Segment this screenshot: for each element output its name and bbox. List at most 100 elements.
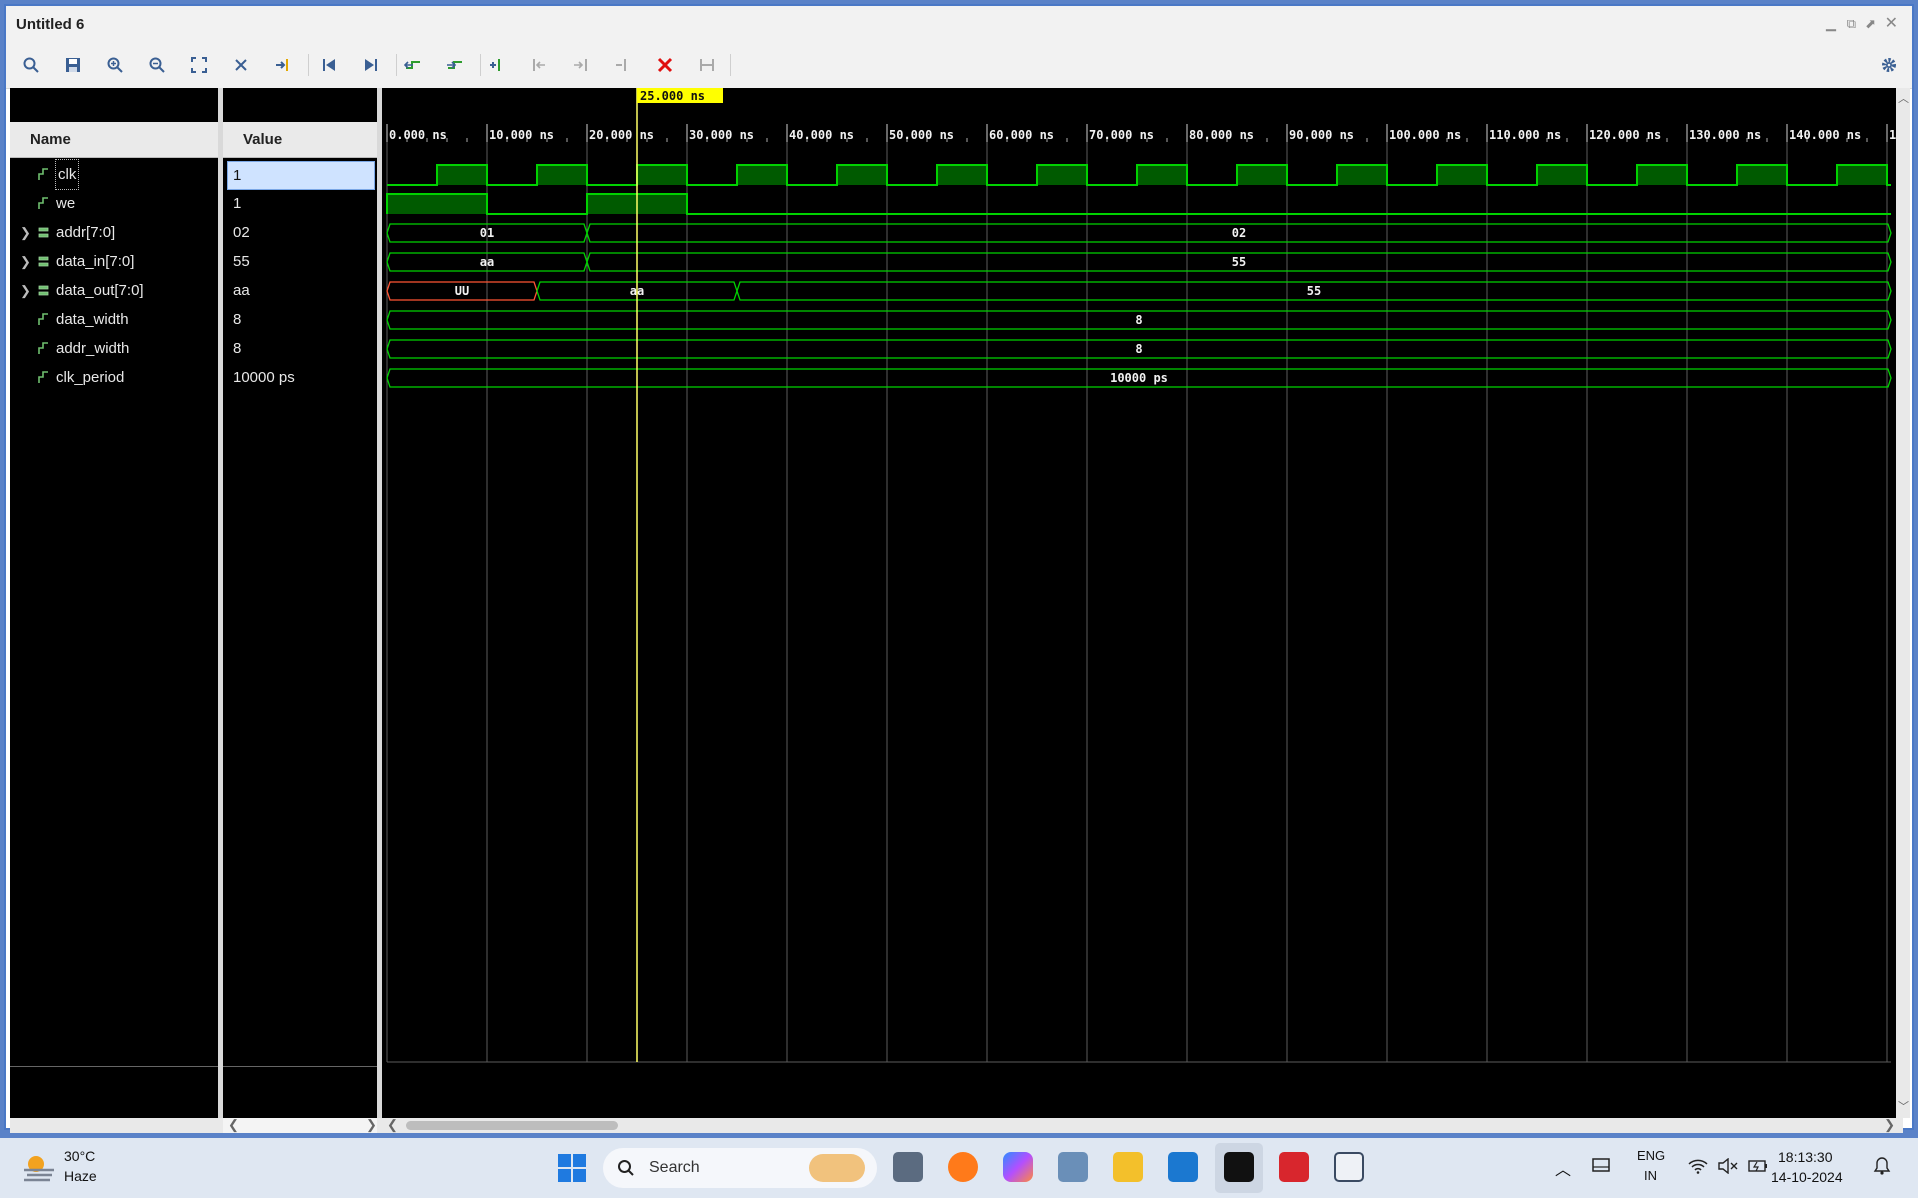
restore-icon[interactable]: ⧉ bbox=[1847, 16, 1856, 32]
ruler-tick-label: 40.000 ns bbox=[789, 128, 854, 142]
name-column-header[interactable]: Name bbox=[10, 122, 218, 158]
signal-value: 1 bbox=[233, 195, 242, 212]
expand-chevron-icon[interactable]: ❯ bbox=[20, 247, 31, 276]
weather-haze-icon[interactable] bbox=[22, 1152, 56, 1182]
data_out-value-label: UU bbox=[455, 284, 469, 298]
save-icon[interactable] bbox=[60, 52, 86, 78]
clk-high-fill bbox=[1337, 165, 1387, 185]
file-explorer-icon[interactable] bbox=[1113, 1152, 1143, 1182]
signal-value-cell[interactable]: 8 bbox=[223, 334, 377, 363]
signal-value-cell[interactable]: 1 bbox=[227, 161, 375, 190]
signal-value-cell[interactable]: 55 bbox=[223, 247, 377, 276]
signal-value-cell[interactable]: 8 bbox=[223, 305, 377, 334]
scroll-down-icon[interactable]: ﹀ bbox=[1898, 1098, 1909, 1114]
clk-high-fill bbox=[1437, 165, 1487, 185]
display-icon[interactable] bbox=[1592, 1158, 1610, 1174]
signal-row[interactable]: we bbox=[10, 189, 218, 218]
waveform-viewer[interactable]: 0.000 ns 10.000 ns 20.000 ns 30.000 ns 40.00… bbox=[382, 88, 1903, 1120]
signal-value-panel: Value 1 1 02 55 aa 8 8 10000 ps bbox=[223, 88, 377, 1133]
copilot-icon[interactable] bbox=[1003, 1152, 1033, 1182]
show-hidden-icons-icon[interactable]: ︿ bbox=[1555, 1156, 1571, 1180]
expand-chevron-icon[interactable]: ❯ bbox=[20, 276, 31, 305]
horizontal-scrollbar[interactable]: ❮ ❯ ❮ ❯ bbox=[10, 1117, 1903, 1133]
wave-scroll-thumb[interactable] bbox=[406, 1121, 618, 1130]
search-highlight-icon bbox=[809, 1154, 865, 1182]
ruler-tick-label: 0.000 ns bbox=[389, 128, 447, 142]
clock-time[interactable]: 18:13:30 bbox=[1778, 1149, 1833, 1165]
expand-chevron-icon[interactable]: ❯ bbox=[20, 218, 31, 247]
signal-value-cell[interactable]: 02 bbox=[223, 218, 377, 247]
signal-row[interactable]: clk_period bbox=[10, 363, 218, 392]
settings-icon[interactable] bbox=[1876, 52, 1902, 78]
zoom-fit-icon[interactable] bbox=[186, 52, 212, 78]
wave-scroll-right-icon[interactable]: ❯ bbox=[1884, 1117, 1895, 1133]
signal-value-cell[interactable]: 10000 ps bbox=[223, 363, 377, 392]
maximize-icon[interactable]: ⬈ bbox=[1865, 16, 1876, 32]
scroll-up-icon[interactable]: ︿ bbox=[1898, 90, 1909, 106]
next-marker-icon[interactable] bbox=[568, 52, 594, 78]
snap-icon[interactable] bbox=[694, 52, 720, 78]
zoom-out-icon[interactable] bbox=[144, 52, 170, 78]
signal-value: 8 bbox=[233, 340, 242, 357]
ruler-tick-label: 30.000 ns bbox=[689, 128, 754, 142]
photos-icon[interactable] bbox=[1058, 1152, 1088, 1182]
start-icon[interactable] bbox=[557, 1153, 587, 1183]
go-to-last-time-icon[interactable] bbox=[358, 52, 384, 78]
zoom-in-icon[interactable] bbox=[102, 52, 128, 78]
signal-icon bbox=[38, 197, 48, 209]
taskbar: 30°C Haze Search ︿ ENG IN 18:13:30 14-10… bbox=[0, 1138, 1918, 1198]
previous-transition-icon[interactable] bbox=[400, 52, 426, 78]
battery-icon[interactable] bbox=[1748, 1158, 1768, 1174]
wifi-icon[interactable] bbox=[1688, 1158, 1708, 1174]
next-transition-icon[interactable] bbox=[442, 52, 468, 78]
signal-row[interactable]: ❯ data_in[7:0] bbox=[10, 247, 218, 276]
swap-cursor-icon[interactable] bbox=[228, 52, 254, 78]
vivado-icon[interactable] bbox=[1224, 1152, 1254, 1182]
cursor-time-label[interactable]: 25.000 ns bbox=[640, 89, 705, 103]
signal-row[interactable]: data_width bbox=[10, 305, 218, 334]
signal-value: aa bbox=[233, 282, 250, 299]
clk-high-fill bbox=[1037, 165, 1087, 185]
delete-all-markers-icon[interactable] bbox=[652, 52, 678, 78]
weather-description[interactable]: Haze bbox=[64, 1168, 97, 1184]
signal-value-cell[interactable]: 1 bbox=[223, 189, 377, 218]
add-marker-icon[interactable] bbox=[484, 52, 510, 78]
waveform-toolbar bbox=[6, 42, 1912, 89]
previous-marker-icon[interactable] bbox=[526, 52, 552, 78]
weather-temperature[interactable]: 30°C bbox=[64, 1148, 95, 1164]
signal-row[interactable]: addr_width bbox=[10, 334, 218, 363]
taskbar-search-box[interactable]: Search bbox=[603, 1148, 877, 1188]
clk-high-fill bbox=[1837, 165, 1887, 185]
signal-row[interactable]: clk bbox=[10, 159, 218, 190]
app-installer-icon[interactable] bbox=[1334, 1152, 1364, 1182]
language-primary[interactable]: ENG bbox=[1637, 1148, 1665, 1163]
volume-muted-icon[interactable] bbox=[1718, 1158, 1738, 1174]
addr-value-label: 01 bbox=[480, 226, 494, 240]
clk-high-fill bbox=[1137, 165, 1187, 185]
firefox-icon[interactable] bbox=[948, 1152, 978, 1182]
addr_width-value-label: 8 bbox=[1135, 342, 1142, 356]
value-column-header[interactable]: Value bbox=[223, 122, 377, 158]
acrobat-icon[interactable] bbox=[1279, 1152, 1309, 1182]
scroll-right-icon[interactable]: ❯ bbox=[366, 1117, 377, 1133]
clk-high-fill bbox=[1737, 165, 1787, 185]
minimize-icon[interactable]: ▁ bbox=[1826, 16, 1836, 32]
signal-value-cell[interactable]: aa bbox=[223, 276, 377, 305]
vscode-icon[interactable] bbox=[1168, 1152, 1198, 1182]
language-secondary[interactable]: IN bbox=[1644, 1168, 1657, 1183]
scroll-left-icon[interactable]: ❮ bbox=[228, 1117, 239, 1133]
clk-high-fill bbox=[1637, 165, 1687, 185]
signal-name: addr[7:0] bbox=[56, 224, 116, 241]
signal-row[interactable]: ❯ data_out[7:0] bbox=[10, 276, 218, 305]
clock-date[interactable]: 14-10-2024 bbox=[1771, 1169, 1843, 1185]
delete-marker-icon[interactable] bbox=[610, 52, 636, 78]
vertical-scrollbar[interactable]: ︿ ﹀ bbox=[1896, 88, 1910, 1118]
close-icon[interactable]: ✕ bbox=[1885, 13, 1898, 33]
search-icon[interactable] bbox=[18, 52, 44, 78]
go-to-cursor-icon[interactable] bbox=[270, 52, 296, 78]
notification-bell-icon[interactable] bbox=[1872, 1157, 1892, 1175]
go-to-time-zero-icon[interactable] bbox=[316, 52, 342, 78]
wave-scroll-left-icon[interactable]: ❮ bbox=[387, 1117, 398, 1133]
signal-row[interactable]: ❯ addr[7:0] bbox=[10, 218, 218, 247]
task-view-icon[interactable] bbox=[893, 1152, 923, 1182]
